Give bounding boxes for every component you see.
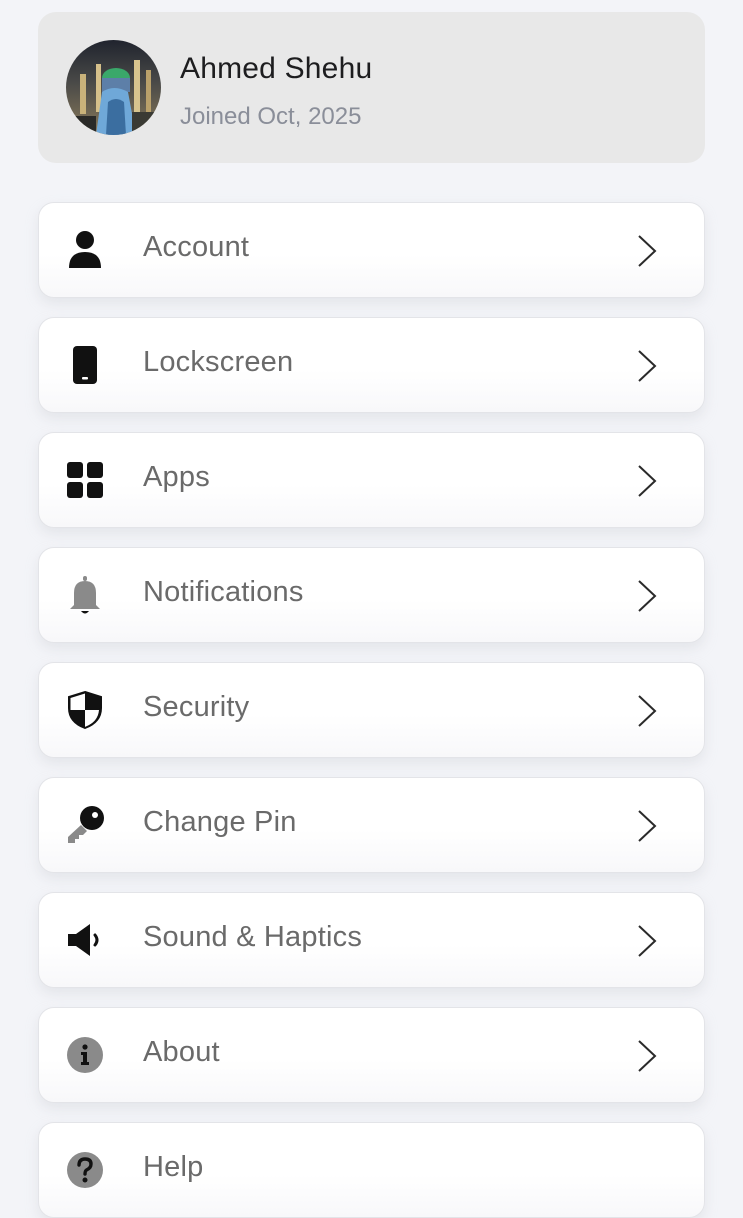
bell-icon xyxy=(65,575,105,615)
chevron-right-icon xyxy=(635,348,659,384)
chevron-right-icon xyxy=(635,463,659,499)
menu-item-label: About xyxy=(143,1036,220,1068)
avatar[interactable] xyxy=(66,40,161,135)
menu-item-help[interactable]: Help xyxy=(38,1122,705,1218)
menu-item-notifications[interactable]: Notifications xyxy=(38,547,705,643)
menu-item-label: Notifications xyxy=(143,576,304,608)
chevron-right-icon xyxy=(635,693,659,729)
profile-name: Ahmed Shehu xyxy=(180,52,373,85)
speaker-icon xyxy=(65,920,105,960)
menu-item-label: Sound & Haptics xyxy=(143,921,363,953)
menu-item-label: Security xyxy=(143,691,250,723)
phone-icon xyxy=(65,345,105,385)
profile-joined-date: Joined Oct, 2025 xyxy=(180,103,362,130)
menu-item-label: Change Pin xyxy=(143,806,297,838)
grid-icon xyxy=(65,460,105,500)
chevron-right-icon xyxy=(635,923,659,959)
key-icon xyxy=(65,805,105,845)
shield-icon xyxy=(65,690,105,730)
menu-item-about[interactable]: About xyxy=(38,1007,705,1103)
menu-item-apps[interactable]: Apps xyxy=(38,432,705,528)
person-icon xyxy=(65,230,105,270)
chevron-right-icon xyxy=(635,233,659,269)
chevron-right-icon xyxy=(635,808,659,844)
help-icon xyxy=(65,1150,105,1190)
info-icon xyxy=(65,1035,105,1075)
menu-item-security[interactable]: Security xyxy=(38,662,705,758)
menu-item-lockscreen[interactable]: Lockscreen xyxy=(38,317,705,413)
chevron-right-icon xyxy=(635,578,659,614)
avatar-image xyxy=(66,40,161,135)
menu-item-label: Lockscreen xyxy=(143,346,294,378)
menu-item-account[interactable]: Account xyxy=(38,202,705,298)
menu-item-sound-haptics[interactable]: Sound & Haptics xyxy=(38,892,705,988)
chevron-right-icon xyxy=(635,1038,659,1074)
profile-card[interactable]: Ahmed Shehu Joined Oct, 2025 xyxy=(38,12,705,163)
menu-item-change-pin[interactable]: Change Pin xyxy=(38,777,705,873)
menu-item-label: Help xyxy=(143,1151,204,1183)
menu-item-label: Account xyxy=(143,231,250,263)
menu-item-label: Apps xyxy=(143,461,210,493)
